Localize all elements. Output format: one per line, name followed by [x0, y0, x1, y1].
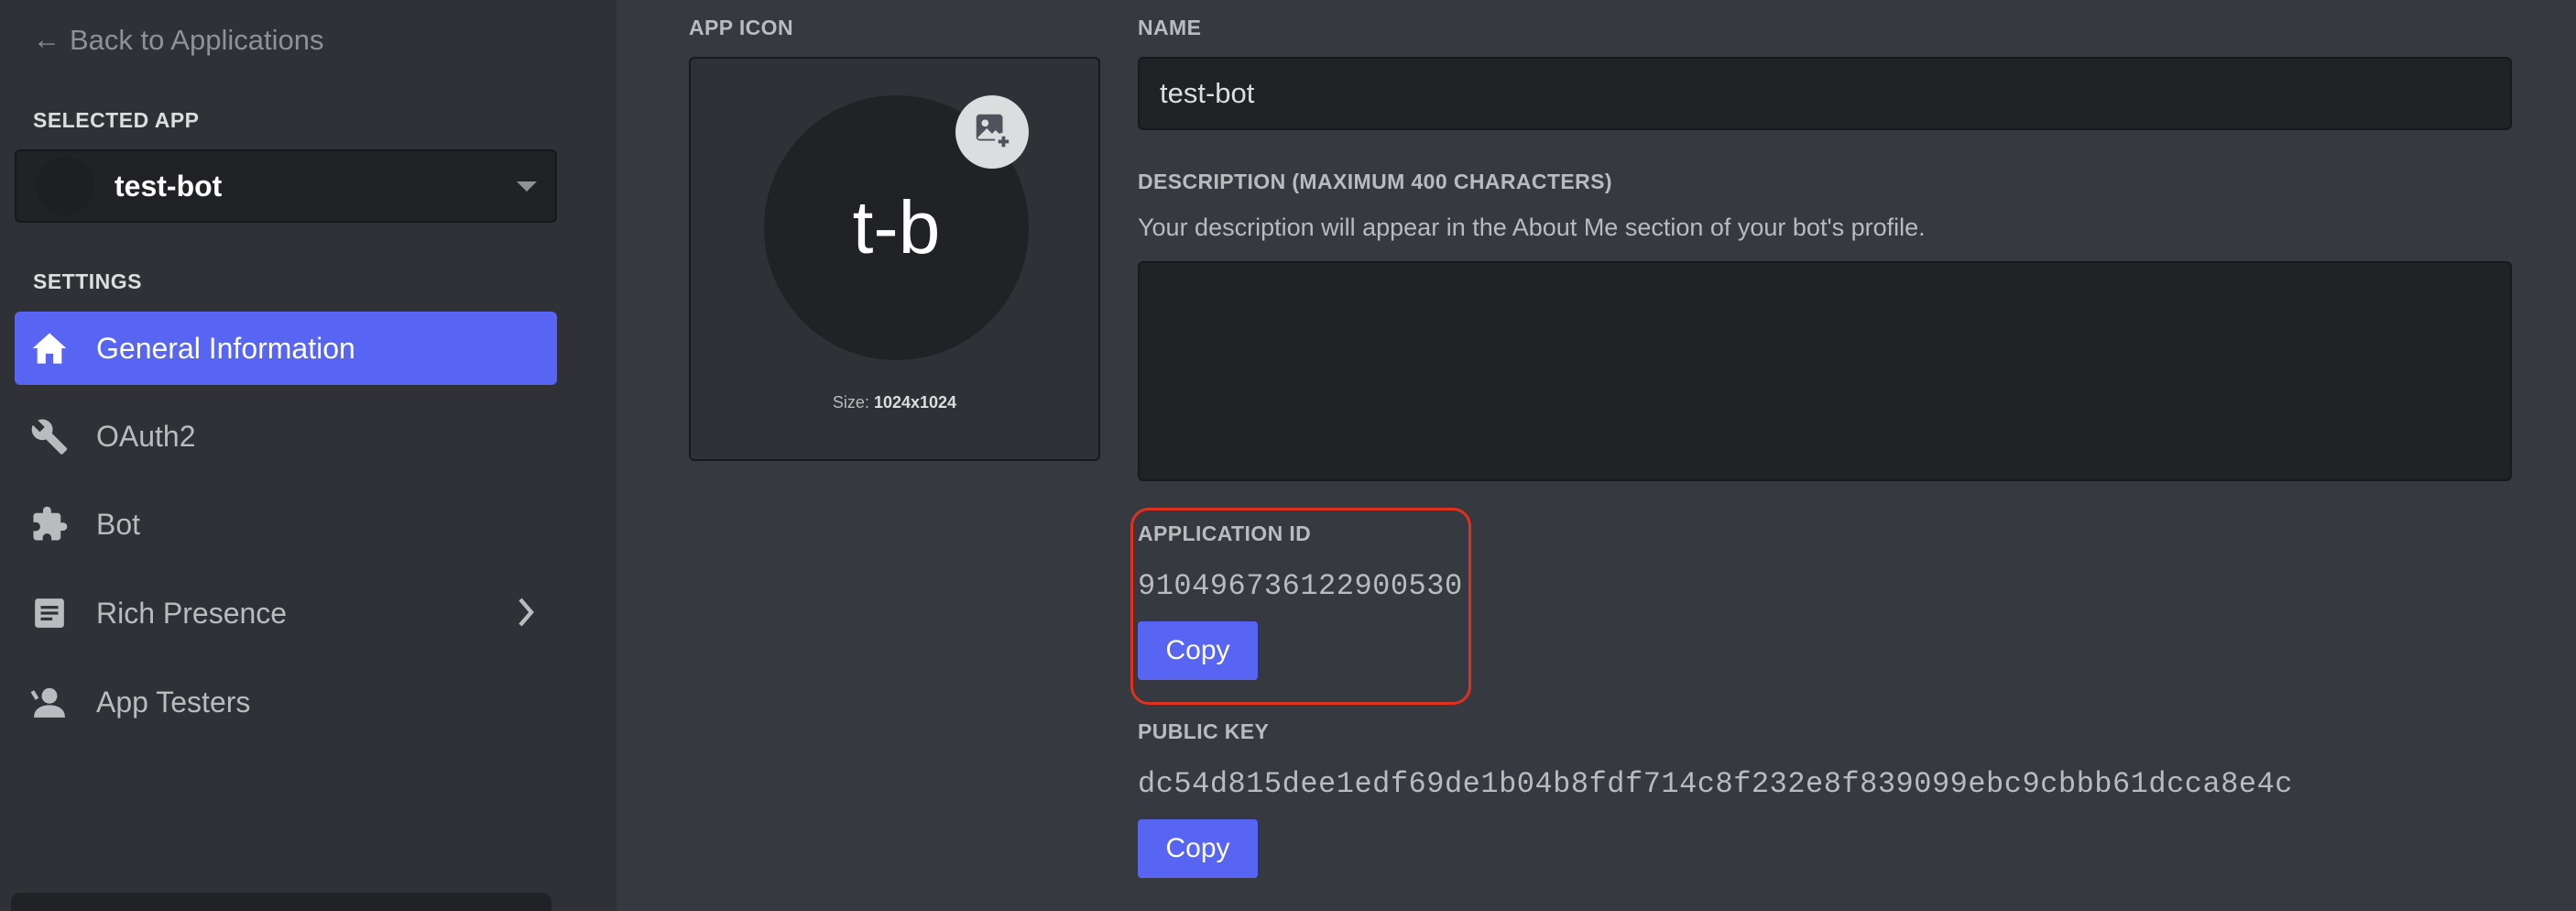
back-link-label: Back to Applications [70, 24, 324, 56]
icon-size-value: 1024x1024 [873, 393, 957, 412]
app-icon-label: APP ICON [689, 16, 793, 39]
wrench-icon [29, 416, 70, 456]
application-id-value: 910496736122900530 [1138, 569, 1463, 603]
user-panel [11, 893, 551, 911]
app-selector-dropdown[interactable]: test-bot [15, 149, 557, 223]
description-label: DESCRIPTION (MAXIMUM 400 CHARACTERS) [1138, 170, 1612, 193]
icon-size-prefix: Size: [832, 393, 869, 412]
name-label: NAME [1138, 16, 1202, 39]
chevron-right-icon [517, 598, 535, 634]
description-help-text: Your description will appear in the Abou… [1138, 214, 1926, 241]
image-add-icon [971, 109, 1013, 156]
caret-down-icon [517, 181, 537, 192]
settings-heading: SETTINGS [33, 269, 143, 293]
icon-size-text: Size: 1024x1024 [691, 393, 1098, 412]
person-icon [29, 682, 70, 722]
application-id-label: APPLICATION ID [1138, 521, 1312, 545]
sidebar-item-rich-presence[interactable]: Rich Presence [15, 576, 557, 650]
upload-image-button[interactable] [955, 95, 1029, 169]
app-icon-initials: t-b [852, 185, 941, 269]
name-input[interactable] [1138, 57, 2512, 130]
copy-public-key-button[interactable]: Copy [1138, 819, 1258, 878]
home-icon [29, 328, 70, 368]
selected-app-heading: SELECTED APP [33, 108, 200, 132]
sidebar: ← Back to Applications SELECTED APP test… [0, 0, 617, 911]
sidebar-item-app-testers[interactable]: App Testers [15, 665, 557, 739]
document-icon [29, 593, 70, 633]
back-to-applications-link[interactable]: ← Back to Applications [33, 24, 323, 57]
sidebar-item-label: Bot [96, 507, 141, 541]
copy-application-id-button[interactable]: Copy [1138, 621, 1258, 680]
sidebar-item-oauth2[interactable]: OAuth2 [15, 400, 557, 473]
public-key-value: dc54d815dee1edf69de1b04b8fdf714c8f232e8f… [1138, 767, 2293, 801]
sidebar-item-bot[interactable]: Bot [15, 488, 557, 561]
arrow-left-icon: ← [33, 25, 60, 55]
app-avatar [36, 157, 94, 215]
sidebar-item-general-information[interactable]: General Information [15, 312, 557, 385]
sidebar-item-label: General Information [96, 331, 355, 365]
sidebar-item-label: App Testers [96, 685, 251, 719]
description-textarea[interactable] [1138, 261, 2512, 481]
public-key-label: PUBLIC KEY [1138, 719, 1270, 743]
sidebar-item-label: Rich Presence [96, 596, 288, 630]
selected-app-name: test-bot [115, 169, 223, 203]
app-icon-uploader[interactable]: t-b Size: 1024x1024 [689, 57, 1100, 461]
sidebar-item-label: OAuth2 [96, 419, 196, 453]
puzzle-icon [29, 504, 70, 544]
